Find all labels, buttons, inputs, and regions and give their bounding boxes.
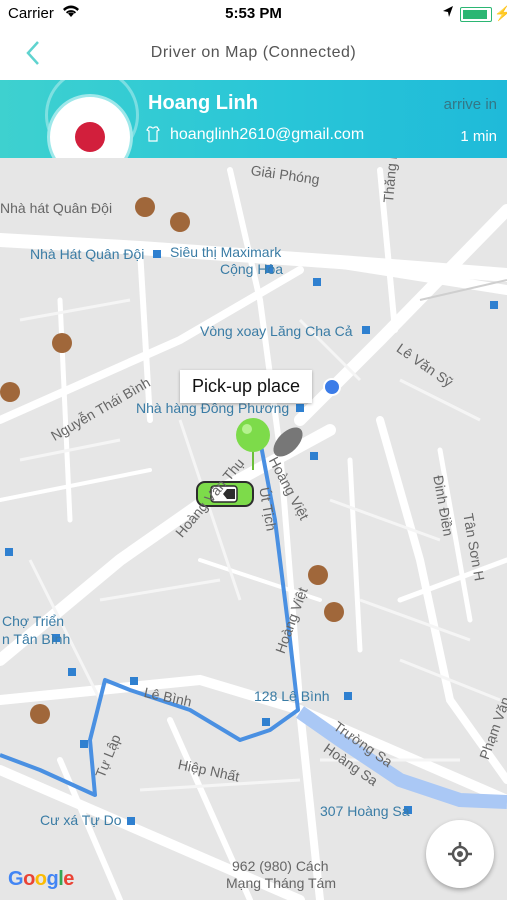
- apple-logo-icon: [75, 122, 105, 152]
- clock: 5:53 PM: [225, 5, 282, 22]
- crosshair-icon: [448, 842, 472, 866]
- map-label: Cư xá Tự Do: [40, 812, 122, 828]
- my-location-button[interactable]: [426, 820, 494, 888]
- map-label: Mạng Tháng Tám: [226, 875, 336, 891]
- google-logo-letter: G: [8, 868, 24, 890]
- driver-info-banner: Hoang Linh hoanglinh2610@gmail.com arriv…: [0, 80, 507, 158]
- location-arrow-icon: [443, 6, 453, 17]
- driver-email: hoanglinh2610@gmail.com: [170, 126, 365, 143]
- driver-name: Hoang Linh: [148, 92, 258, 114]
- map-label: 128 Lê Bình: [254, 688, 330, 704]
- map-label: Vòng xoay Lăng Cha Cả: [200, 323, 353, 339]
- map-view[interactable]: Giải Phóng Nhà hát Quân Đội Nhà Hát Quân…: [0, 158, 507, 900]
- charging-icon: ⚡: [494, 5, 507, 21]
- google-logo-letter: o: [34, 868, 47, 890]
- map-label: Siêu thị Maximark: [170, 244, 282, 260]
- navigation-bar: Driver on Map (Connected): [0, 28, 507, 80]
- map-label: Chợ Triển: [2, 613, 65, 629]
- map-label: 962 (980) Cách: [232, 858, 329, 874]
- arrive-in-label: arrive in: [443, 96, 497, 113]
- pickup-place-callout[interactable]: Pick-up place: [180, 370, 313, 403]
- battery-icon: [460, 7, 492, 22]
- shirt-icon: [146, 126, 160, 142]
- map-label: n Tân Bình: [2, 631, 71, 647]
- google-logo-letter: o: [23, 868, 35, 890]
- page-title: Driver on Map (Connected): [150, 44, 357, 61]
- map-label: Nhà Hát Quân Đội: [30, 246, 145, 262]
- map-label: Cộng Hòa: [220, 261, 284, 277]
- google-logo-letter: e: [63, 868, 74, 890]
- eta-value: 1 min: [460, 128, 497, 145]
- status-bar: Carrier 5:53 PM ⚡: [0, 0, 507, 28]
- google-logo: Google: [8, 868, 74, 891]
- map-label: Nhà hát Quân Đội: [0, 200, 113, 216]
- map-label: 307 Hoàng Sa: [320, 803, 410, 819]
- google-logo-letter: g: [46, 868, 59, 890]
